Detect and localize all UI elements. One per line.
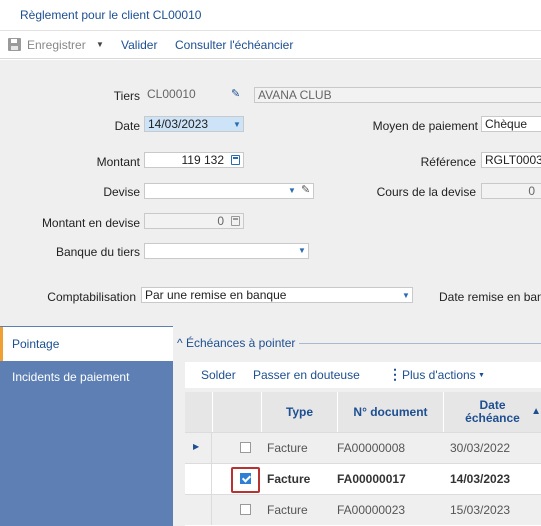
date-dropdown-icon[interactable]: ▼ [233,120,241,129]
row-checkbox[interactable] [240,473,251,484]
save-icon [8,38,21,51]
document-column-header[interactable]: N° document [337,392,443,432]
table-row[interactable]: Facture FA00000017 14/03/2023 [185,463,541,494]
accounting-field[interactable]: Par une remise en banque [141,287,413,303]
amount-field[interactable]: 119 132 [144,152,244,168]
section-title-label: Échéances à pointer [185,336,296,350]
sidebar-item-payment-incidents[interactable]: Incidents de paiement [0,360,173,394]
reference-label: Référence [420,155,476,169]
payment-form: Tiers CL00010 ✎ AVANA CLUB Date 14/03/20… [0,60,541,326]
more-actions-icon[interactable]: ⋮ [388,366,402,383]
due-date-column-header[interactable]: Date échéance ▲ [443,392,541,432]
due-date-cell: 14/03/2023 [450,472,511,486]
reference-field[interactable]: RGLT0003 [481,152,541,168]
edit-currency-icon[interactable]: ✎ [301,183,310,196]
document-cell: FA00000008 [337,441,406,455]
bank-field[interactable] [144,243,309,259]
save-dropdown-icon[interactable]: ▼ [96,40,104,49]
bank-dropdown-icon[interactable]: ▼ [298,246,306,255]
row-pointer-icon: ▶ [193,442,200,451]
amount-label: Montant [96,155,140,169]
grid-header: Type N° document Date échéance ▲ [185,392,541,432]
currency-dropdown-icon[interactable]: ▼ [288,186,296,195]
table-row[interactable]: ▶ Facture FA00000008 30/03/2022 [185,432,541,463]
save-button[interactable]: Enregistrer [27,38,86,52]
sort-ascending-icon[interactable]: ▲ [531,405,541,418]
sidebar-item-label: Incidents de paiement [12,370,130,384]
due-date-cell: 15/03/2023 [450,503,511,517]
checkbox-column-header [212,392,261,432]
mark-doubtful-button[interactable]: Passer en douteuse [253,368,360,382]
row-checkbox[interactable] [240,504,251,515]
window-title: Règlement pour le client CL00010 [20,8,202,22]
payment-method-label: Moyen de paiement [372,119,478,133]
calculator-icon[interactable] [231,155,240,165]
validate-button[interactable]: Valider [121,38,157,52]
toolbar: Enregistrer ▼ Valider Consulter l'échéan… [0,31,541,59]
type-column-header[interactable]: Type [261,392,337,432]
collapse-chevron-icon[interactable]: ^ [177,336,186,350]
foreign-amount-field: 0 [144,213,244,229]
action-bar: Solder Passer en douteuse ⋮ Plus d'actio… [185,362,541,388]
due-date-header-line2: échéance [465,411,520,425]
section-title[interactable]: ^ Échéances à pointer [175,336,300,350]
exchange-rate-label: Cours de la devise [376,185,476,199]
currency-label: Devise [103,185,140,199]
settle-button[interactable]: Solder [201,368,236,382]
row-selector[interactable]: ▶ [185,433,212,463]
row-selector-header [185,392,212,432]
document-cell: FA00000023 [337,503,406,517]
schedule-section: ^ Échéances à pointer Solder Passer en d… [173,326,541,526]
type-cell: Facture [267,441,308,455]
accounting-label: Comptabilisation [47,290,136,304]
calculator-icon [231,216,240,226]
deposit-date-label: Date remise en ban [439,290,541,304]
tiers-name-field: AVANA CLUB [254,87,541,103]
row-selector[interactable] [185,464,212,494]
tiers-label: Tiers [113,89,140,103]
row-checkbox[interactable] [240,442,251,453]
date-label: Date [114,119,140,133]
window-title-bar: Règlement pour le client CL00010 [0,0,541,31]
date-field[interactable]: 14/03/2023 [144,116,244,132]
accounting-dropdown-icon[interactable]: ▼ [402,291,410,300]
sidebar-item-pointage[interactable]: Pointage [0,327,173,361]
table-row[interactable]: Facture FA00000023 15/03/2023 [185,494,541,525]
edit-tiers-icon[interactable]: ✎ [231,87,240,100]
foreign-amount-label: Montant en devise [41,216,140,230]
due-date-cell: 30/03/2022 [450,441,511,455]
schedule-grid: Type N° document Date échéance ▲ ▶ Factu… [185,392,541,526]
document-cell: FA00000017 [337,472,406,486]
view-schedule-button[interactable]: Consulter l'échéancier [175,38,293,52]
type-cell: Facture [267,503,308,517]
payment-method-field[interactable]: Chèque [481,116,541,132]
sidebar-item-label: Pointage [12,337,60,351]
more-actions-button[interactable]: Plus d'actions [402,368,476,382]
exchange-rate-field: 0 [481,183,541,199]
sidebar: Pointage Incidents de paiement [0,326,173,526]
row-selector[interactable] [185,495,212,525]
bank-label: Banque du tiers [55,245,140,259]
type-cell: Facture [267,472,311,486]
more-actions-dropdown-icon[interactable]: ▼ [478,372,485,379]
